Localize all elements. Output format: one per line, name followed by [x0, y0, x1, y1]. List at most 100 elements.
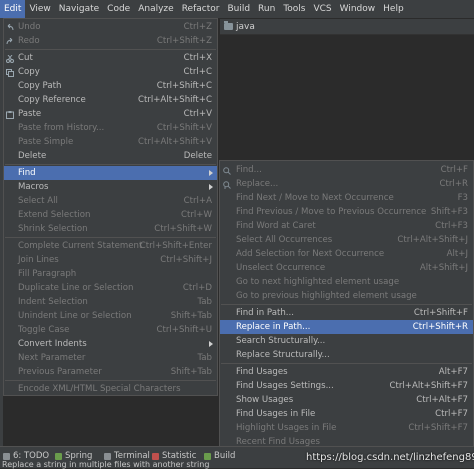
menu-item-shortcut: Ctrl+F	[440, 165, 468, 175]
edit-item-extend-selection[interactable]: Extend Selection Ctrl+W	[4, 208, 217, 222]
breadcrumb[interactable]: java	[224, 20, 255, 33]
menu-item-shortcut: Delete	[183, 151, 212, 161]
menu-item-label: Cut	[18, 53, 33, 63]
menu-item-shortcut: Ctrl+Shift+V	[156, 123, 212, 133]
menu-item-label: Unselect Occurrence	[236, 263, 326, 273]
edit-item-redo[interactable]: Redo Ctrl+Shift+Z	[4, 34, 217, 48]
find-item-find-usages[interactable]: Find Usages Alt+F7	[220, 365, 473, 379]
edit-item-join-lines[interactable]: Join Lines Ctrl+Shift+J	[4, 253, 217, 267]
menu-refactor[interactable]: Refactor	[178, 0, 224, 18]
menu-item-label: Fill Paragraph	[18, 269, 77, 279]
find-item-go-to-next-highlighted-element-usage[interactable]: Go to next highlighted element usage	[220, 275, 473, 289]
edit-item-copy[interactable]: Copy Ctrl+C	[4, 65, 217, 79]
edit-item-unindent-line-or-selection[interactable]: Unindent Line or Selection Shift+Tab	[4, 309, 217, 323]
find-item-find-in-path[interactable]: Find in Path... Ctrl+Shift+F	[220, 306, 473, 320]
submenu-arrow-icon	[209, 341, 213, 347]
menu-item-shortcut: Ctrl+Shift+W	[154, 224, 212, 234]
edit-item-paste-simple[interactable]: Paste Simple Ctrl+Alt+Shift+V	[4, 135, 217, 149]
edit-item-encode-xml-html-special-characters[interactable]: Encode XML/HTML Special Characters	[4, 382, 217, 396]
edit-item-duplicate-line-or-selection[interactable]: Duplicate Line or Selection Ctrl+D	[4, 281, 217, 295]
menu-item-shortcut: Ctrl+A	[183, 196, 212, 206]
menu-item-shortcut: Ctrl+Alt+Shift+F7	[389, 381, 468, 391]
find-item-replace-in-path[interactable]: Replace in Path... Ctrl+Shift+R	[220, 320, 473, 334]
menu-item-label: Undo	[18, 22, 41, 32]
edit-item-copy-path[interactable]: Copy Path Ctrl+Shift+C	[4, 79, 217, 93]
menu-item-label: Find Previous / Move to Previous Occurre…	[236, 207, 427, 217]
find-item-find-previous-move-to-previous-occurrence[interactable]: Find Previous / Move to Previous Occurre…	[220, 205, 473, 219]
folder-icon	[224, 21, 233, 30]
menu-navigate[interactable]: Navigate	[55, 0, 103, 18]
menu-item-label: Find Usages	[236, 367, 288, 377]
menu-item-shortcut: Shift+F3	[430, 207, 468, 217]
menu-item-shortcut: Ctrl+F3	[435, 221, 468, 231]
toolwindow-6-todo[interactable]: 6: TODO	[3, 450, 49, 462]
toolwindow-label: Build	[214, 451, 236, 461]
menu-item-shortcut: Ctrl+Shift+Z	[156, 36, 212, 46]
find-item-show-usages[interactable]: Show Usages Ctrl+Alt+F7	[220, 393, 473, 407]
edit-item-delete[interactable]: Delete Delete	[4, 149, 217, 163]
menu-build[interactable]: Build	[223, 0, 254, 18]
toolwindow-build[interactable]: Build	[204, 450, 235, 462]
menu-help[interactable]: Help	[379, 0, 408, 18]
menu-analyze[interactable]: Analyze	[134, 0, 177, 18]
menu-item-label: Indent Selection	[18, 297, 88, 307]
find-item-replace-structurally[interactable]: Replace Structurally...	[220, 348, 473, 362]
edit-item-previous-parameter[interactable]: Previous Parameter Shift+Tab	[4, 365, 217, 379]
edit-item-copy-reference[interactable]: Copy Reference Ctrl+Alt+Shift+C	[4, 93, 217, 107]
menu-view[interactable]: View	[25, 0, 54, 18]
edit-item-toggle-case[interactable]: Toggle Case Ctrl+Shift+U	[4, 323, 217, 337]
menu-item-shortcut: Shift+Tab	[170, 367, 212, 377]
edit-item-select-all[interactable]: Select All Ctrl+A	[4, 194, 217, 208]
toolwindow-spring[interactable]: Spring	[55, 450, 92, 462]
menu-item-shortcut: Alt+J	[446, 249, 468, 259]
find-item-find-next-move-to-next-occurrence[interactable]: Find Next / Move to Next Occurrence F3	[220, 191, 473, 205]
menu-separator	[5, 164, 216, 165]
find-item-unselect-occurrence[interactable]: Unselect Occurrence Alt+Shift+J	[220, 261, 473, 275]
toolwindow-label: Statistic	[162, 451, 197, 461]
find-item-find-word-at-caret[interactable]: Find Word at Caret Ctrl+F3	[220, 219, 473, 233]
edit-item-convert-indents[interactable]: Convert Indents	[4, 337, 217, 351]
edit-item-shrink-selection[interactable]: Shrink Selection Ctrl+Shift+W	[4, 222, 217, 236]
toolwindow-statistic[interactable]: Statistic	[152, 450, 196, 462]
find-item-find-usages-in-file[interactable]: Find Usages in File Ctrl+F7	[220, 407, 473, 421]
menu-item-shortcut: Ctrl+Shift+J	[160, 255, 212, 265]
edit-item-paste-from-history[interactable]: Paste from History... Ctrl+Shift+V	[4, 121, 217, 135]
menu-item-label: Previous Parameter	[18, 367, 102, 377]
menu-item-label: Select All Occurrences	[236, 235, 333, 245]
menu-separator	[5, 49, 216, 50]
menu-item-label: Macros	[18, 182, 49, 192]
menu-item-shortcut: Ctrl+Alt+F7	[416, 395, 468, 405]
find-item-go-to-previous-highlighted-element-usage[interactable]: Go to previous highlighted element usage	[220, 289, 473, 303]
menu-window[interactable]: Window	[336, 0, 380, 18]
edit-item-cut[interactable]: Cut Ctrl+X	[4, 51, 217, 65]
edit-item-next-parameter[interactable]: Next Parameter Tab	[4, 351, 217, 365]
edit-item-macros[interactable]: Macros	[4, 180, 217, 194]
edit-item-complete-current-statement[interactable]: Complete Current Statement Ctrl+Shift+Ent…	[4, 239, 217, 253]
spring-icon	[55, 452, 62, 460]
menu-item-shortcut: F3	[457, 193, 468, 203]
edit-item-indent-selection[interactable]: Indent Selection Tab	[4, 295, 217, 309]
menu-run[interactable]: Run	[254, 0, 279, 18]
statistic-icon	[152, 452, 159, 460]
find-item-find-usages-settings[interactable]: Find Usages Settings... Ctrl+Alt+Shift+F7	[220, 379, 473, 393]
find-item-highlight-usages-in-file[interactable]: Highlight Usages in File Ctrl+Shift+F7	[220, 421, 473, 435]
menu-item-shortcut: Ctrl+W	[181, 210, 212, 220]
edit-item-fill-paragraph[interactable]: Fill Paragraph	[4, 267, 217, 281]
find-item-replace[interactable]: Replace... Ctrl+R	[220, 177, 473, 191]
menu-item-label: Highlight Usages in File	[236, 423, 337, 433]
menu-code[interactable]: Code	[103, 0, 134, 18]
menu-separator	[221, 304, 472, 305]
menu-tools[interactable]: Tools	[279, 0, 309, 18]
edit-item-find[interactable]: Find	[4, 166, 217, 180]
menu-edit[interactable]: Edit	[0, 0, 26, 18]
edit-item-paste[interactable]: Paste Ctrl+V	[4, 107, 217, 121]
edit-item-undo[interactable]: Undo Ctrl+Z	[4, 20, 217, 34]
menu-vcs[interactable]: VCS	[309, 0, 335, 18]
menu-item-label: Replace Structurally...	[236, 350, 330, 360]
find-item-select-all-occurrences[interactable]: Select All Occurrences Ctrl+Alt+Shift+J	[220, 233, 473, 247]
toolwindow-terminal[interactable]: Terminal	[104, 450, 150, 462]
find-item-search-structurally[interactable]: Search Structurally...	[220, 334, 473, 348]
find-item-add-selection-for-next-occurrence[interactable]: Add Selection for Next Occurrence Alt+J	[220, 247, 473, 261]
find-item-find[interactable]: Find... Ctrl+F	[220, 163, 473, 177]
menu-item-shortcut: Ctrl+Shift+F7	[408, 423, 468, 433]
